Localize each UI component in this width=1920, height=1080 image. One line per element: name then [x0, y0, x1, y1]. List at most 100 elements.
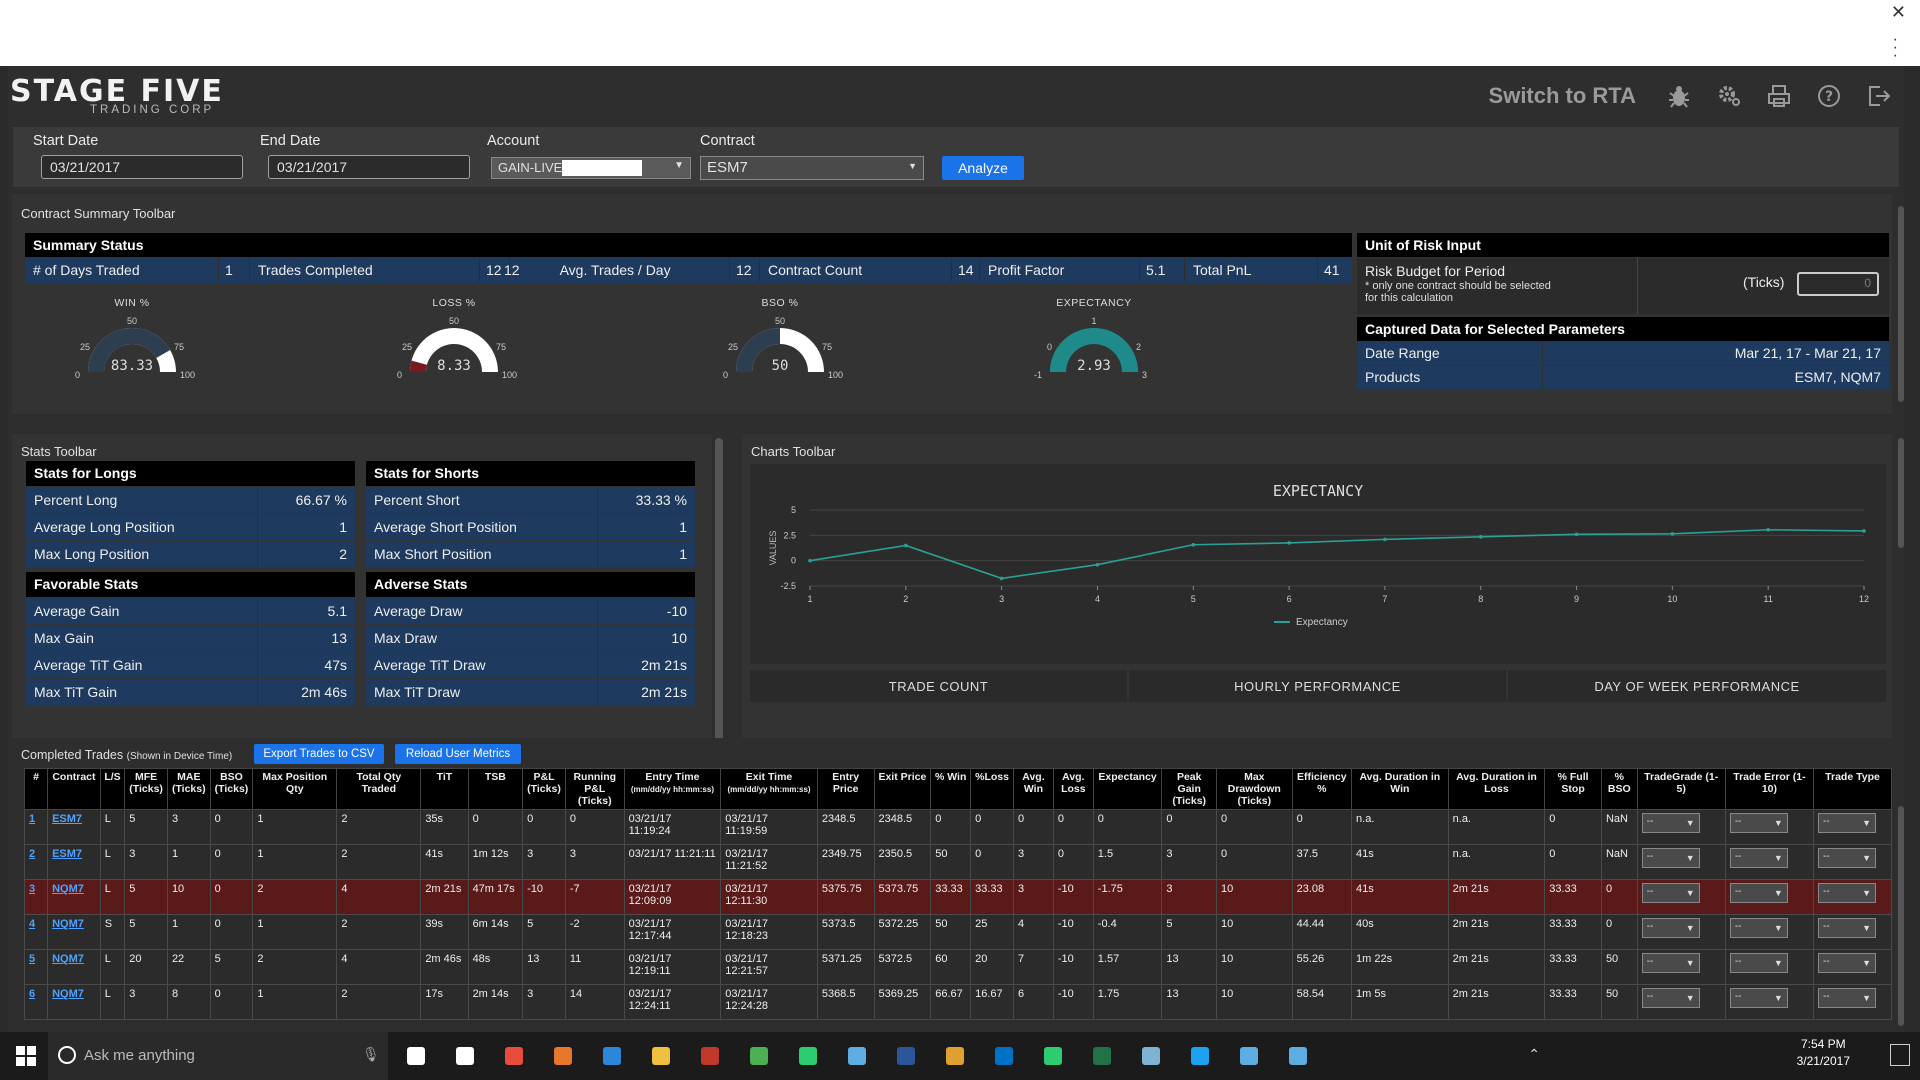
trade-grade-select[interactable]: -- ▼: [1641, 953, 1700, 973]
column-header[interactable]: Avg. Duration in Loss: [1447, 768, 1546, 810]
column-header[interactable]: Avg. Win: [1013, 768, 1054, 810]
column-header[interactable]: L/S: [99, 768, 126, 810]
firefox-icon[interactable]: [547, 1040, 579, 1072]
trade-type-select[interactable]: -- ▼: [1818, 988, 1877, 1008]
file-explorer-icon[interactable]: [645, 1040, 677, 1072]
table-row[interactable]: 3 NQM7 L 5 10 0 2 4 2m 21s 47m 17s -10 -7 03/21/17 1…: [23, 879, 1892, 915]
app-stack-icon[interactable]: [939, 1040, 971, 1072]
column-header[interactable]: Avg. Duration in Win: [1351, 768, 1449, 810]
table-cell-contract[interactable]: ESM7: [47, 844, 101, 880]
scrollbar[interactable]: [1898, 438, 1904, 548]
app-chart-icon[interactable]: [1037, 1040, 1069, 1072]
table-row[interactable]: 6 NQM7 L 3 8 0 1 2 17s 2m 14s 3 14 03/21/17 12:24:11…: [23, 984, 1892, 1020]
column-header[interactable]: MFE (Ticks): [124, 768, 168, 810]
table-row[interactable]: 4 NQM7 S 5 1 0 1 2 39s 6m 14s 5 -2 03/21/17 12:17:44…: [23, 914, 1892, 950]
scrollbar[interactable]: [1898, 206, 1904, 402]
tab-trade-count[interactable]: TRADE COUNT: [750, 670, 1127, 702]
trade-type-select[interactable]: -- ▼: [1818, 953, 1877, 973]
tab-hourly-performance[interactable]: HOURLY PERFORMANCE: [1129, 670, 1506, 702]
chrome-icon[interactable]: [743, 1040, 775, 1072]
column-header[interactable]: Max Position Qty: [252, 768, 338, 810]
trade-grade-select[interactable]: -- ▼: [1641, 918, 1700, 938]
trade-error-select[interactable]: -- ▼: [1729, 813, 1788, 833]
scrollbar[interactable]: [1898, 806, 1904, 1026]
table-cell-n[interactable]: 4: [23, 914, 49, 950]
end-date-input[interactable]: 03/21/2017: [268, 155, 470, 179]
outlook-icon[interactable]: [988, 1040, 1020, 1072]
trade-error-select[interactable]: -- ▼: [1729, 988, 1788, 1008]
trade-grade-select[interactable]: -- ▼: [1641, 848, 1700, 868]
windows-start-icon[interactable]: [10, 1040, 42, 1072]
table-cell-contract[interactable]: NQM7: [47, 984, 101, 1020]
tray-chevron-icon[interactable]: ⌃: [1528, 1046, 1540, 1063]
column-header[interactable]: Max Drawdown (Ticks): [1216, 768, 1293, 810]
column-header[interactable]: P&L (Ticks): [522, 768, 566, 810]
help-icon[interactable]: ?: [1804, 78, 1854, 114]
column-header[interactable]: Exit Time (mm/dd/yy hh:mm:ss): [720, 768, 818, 810]
cortana-search-box[interactable]: Ask me anything 🎙: [48, 1032, 388, 1080]
table-cell-n[interactable]: 3: [23, 879, 49, 915]
bug-icon[interactable]: [1654, 78, 1704, 114]
table-cell-n[interactable]: 5: [23, 949, 49, 985]
trade-error-select[interactable]: -- ▼: [1729, 918, 1788, 938]
trade-type-select[interactable]: -- ▼: [1818, 918, 1877, 938]
app-arrow2-icon[interactable]: [1282, 1040, 1314, 1072]
table-cell-contract[interactable]: NQM7: [47, 879, 101, 915]
print-icon[interactable]: [1754, 78, 1804, 114]
tab-day-of-week-performance[interactable]: DAY OF WEEK PERFORMANCE: [1508, 670, 1886, 702]
app-window-icon[interactable]: [1233, 1040, 1265, 1072]
contract-select[interactable]: ESM7 ▼: [700, 156, 924, 180]
trade-type-select[interactable]: -- ▼: [1818, 813, 1877, 833]
column-header[interactable]: Efficiency %: [1291, 768, 1353, 810]
column-header[interactable]: Expectancy: [1092, 768, 1163, 810]
table-cell-contract[interactable]: NQM7: [47, 949, 101, 985]
trade-type-select[interactable]: -- ▼: [1818, 883, 1877, 903]
account-select[interactable]: GAIN-LIVE ▼: [491, 157, 691, 179]
column-header[interactable]: Peak Gain (Ticks): [1161, 768, 1218, 810]
column-header[interactable]: Exit Price: [873, 768, 932, 810]
globe-icon[interactable]: [792, 1040, 824, 1072]
column-header[interactable]: Trade Error (1-10): [1724, 768, 1815, 810]
column-header[interactable]: TiT: [420, 768, 469, 810]
risk-budget-input[interactable]: 0: [1797, 272, 1879, 296]
scrollbar[interactable]: [715, 438, 723, 778]
column-header[interactable]: %Loss: [970, 768, 1014, 810]
trade-grade-select[interactable]: -- ▼: [1641, 813, 1700, 833]
column-header[interactable]: Trade Type: [1813, 768, 1892, 810]
edge-icon[interactable]: [596, 1040, 628, 1072]
table-cell-n[interactable]: 6: [23, 984, 49, 1020]
switch-to-rta-link[interactable]: Switch to RTA: [1489, 83, 1636, 109]
notification-icon[interactable]: [1890, 1044, 1910, 1066]
trade-error-select[interactable]: -- ▼: [1729, 883, 1788, 903]
column-header[interactable]: TSB: [467, 768, 524, 810]
more-menu-icon[interactable]: · · ·: [1893, 32, 1898, 64]
table-row[interactable]: 5 NQM7 L 20 22 5 2 4 2m 46s 48s 13 11 03/21/17 12:19…: [23, 949, 1892, 985]
column-header[interactable]: % BSO: [1600, 768, 1638, 810]
column-header[interactable]: Total Qty Traded: [336, 768, 422, 810]
column-header[interactable]: Entry Price: [816, 768, 875, 810]
start-date-input[interactable]: 03/21/2017: [41, 155, 243, 179]
analyze-button[interactable]: Analyze: [942, 156, 1024, 180]
logout-icon[interactable]: [1854, 78, 1904, 114]
excel-icon[interactable]: [1086, 1040, 1118, 1072]
clock[interactable]: 7:54 PM 3/21/2017: [1797, 1036, 1850, 1070]
column-header[interactable]: Running P&L (Ticks): [564, 768, 625, 810]
column-header[interactable]: Entry Time (mm/dd/yy hh:mm:ss): [623, 768, 722, 810]
column-header[interactable]: #: [23, 768, 49, 810]
column-header[interactable]: % Win: [930, 768, 972, 810]
trade-grade-select[interactable]: -- ▼: [1641, 988, 1700, 1008]
app-swirl-icon[interactable]: [1135, 1040, 1167, 1072]
column-header[interactable]: Avg. Loss: [1052, 768, 1094, 810]
word-icon[interactable]: [890, 1040, 922, 1072]
table-cell-contract[interactable]: ESM7: [47, 809, 101, 845]
column-header[interactable]: MAE (Ticks): [166, 768, 211, 810]
twitter-icon[interactable]: [1184, 1040, 1216, 1072]
table-row[interactable]: 2 ESM7 L 3 1 0 1 2 41s 1m 12s 3 3 03/21/17 11:21:11 0…: [23, 844, 1892, 880]
task-view-icon[interactable]: [400, 1040, 432, 1072]
trade-error-select[interactable]: -- ▼: [1729, 848, 1788, 868]
table-cell-contract[interactable]: NQM7: [47, 914, 101, 950]
reload-metrics-button[interactable]: Reload User Metrics: [395, 744, 521, 764]
column-header[interactable]: % Full Stop: [1544, 768, 1602, 810]
column-header[interactable]: TradeGrade (1-5): [1636, 768, 1726, 810]
table-cell-n[interactable]: 2: [23, 844, 49, 880]
